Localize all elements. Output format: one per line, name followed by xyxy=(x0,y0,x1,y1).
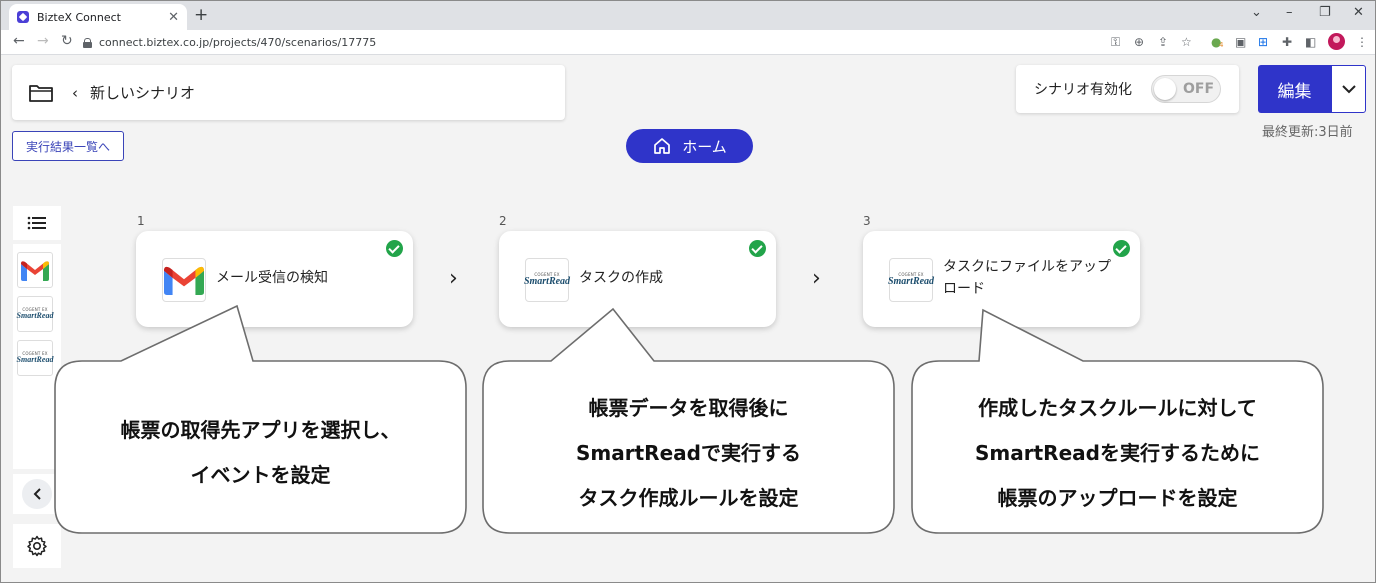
rail-collapse-area xyxy=(13,474,61,514)
edit-dropdown-button[interactable] xyxy=(1331,65,1366,113)
rail-smartread-app-1[interactable]: COGENT EX SmartRead xyxy=(17,296,53,332)
step-1-label: メール受信の検知 xyxy=(216,270,328,287)
callout-2-line-2: SmartReadで実行する xyxy=(576,441,801,465)
chevron-down-icon xyxy=(1341,84,1356,93)
smartread-icon: COGENT EX SmartRead xyxy=(523,272,571,287)
check-icon xyxy=(749,240,766,257)
check-icon xyxy=(386,240,403,257)
list-icon xyxy=(27,216,46,230)
home-button[interactable]: ホーム xyxy=(626,129,753,163)
forward-arrow-icon[interactable]: → xyxy=(37,33,49,49)
gmail-icon xyxy=(164,266,204,295)
last-updated: 最終更新:3日前 xyxy=(1262,125,1353,140)
callout-1-line-2: イベントを設定 xyxy=(190,463,331,487)
restore-icon[interactable]: ❐ xyxy=(1319,5,1331,20)
step-2-label: タスクの作成 xyxy=(579,270,663,287)
smartread-icon: COGENT EX SmartRead xyxy=(16,307,54,320)
side-panel-icon[interactable]: ◧ xyxy=(1305,35,1316,49)
new-tab-button[interactable]: + xyxy=(194,5,208,25)
back-chevron-icon[interactable]: ‹ xyxy=(72,84,78,102)
smartread-icon: COGENT EX SmartRead xyxy=(887,272,935,287)
gear-icon xyxy=(27,535,47,557)
tab-search-icon[interactable]: ⌄ xyxy=(1251,5,1262,20)
scenario-editor: ‹ 新しいシナリオ 実行結果一覧へ ホーム シナリオ有効化 OFF 編集 最終更… xyxy=(1,56,1375,582)
profile-avatar[interactable] xyxy=(1328,33,1345,50)
home-icon xyxy=(654,138,671,154)
step-3-app: COGENT EX SmartRead xyxy=(887,258,935,302)
settings-button[interactable] xyxy=(13,524,61,568)
step-1-app xyxy=(162,258,206,302)
callout-3-line-3: 帳票のアップロードを設定 xyxy=(997,486,1238,510)
gmail-icon xyxy=(21,260,49,281)
step-3-number: 3 xyxy=(863,214,871,228)
activation-label: シナリオ有効化 xyxy=(1034,82,1132,98)
tab-title: BizteX Connect xyxy=(37,10,121,24)
toggle-knob xyxy=(1154,78,1176,100)
collapse-rail-button[interactable] xyxy=(22,479,52,509)
address-bar: ← → ↻ connect.biztex.co.jp/projects/470/… xyxy=(1,30,1375,55)
back-arrow-icon[interactable]: ← xyxy=(13,33,25,49)
minimize-icon[interactable]: – xyxy=(1286,5,1293,20)
scenario-name[interactable]: 新しいシナリオ xyxy=(90,82,195,103)
callout-3-line-1: 作成したタスクルールに対して xyxy=(978,396,1257,420)
step-1-card[interactable]: メール受信の検知 xyxy=(136,231,413,327)
extension-2-icon[interactable]: ▣ xyxy=(1235,35,1246,49)
step-1-number: 1 xyxy=(137,214,145,228)
windows-extension-icon[interactable]: ⊞ xyxy=(1258,35,1268,49)
step-2-app: COGENT EX SmartRead xyxy=(523,258,571,302)
share-icon[interactable]: ⇪ xyxy=(1158,35,1168,49)
callout-1-line-1: 帳票の取得先アプリを選択し、 xyxy=(120,418,401,442)
tab-bar: BizteX Connect ✕ + ⌄ – ❐ ✕ xyxy=(1,1,1375,30)
browser-window: BizteX Connect ✕ + ⌄ – ❐ ✕ ← → ↻ connect… xyxy=(0,0,1376,583)
check-icon xyxy=(1113,240,1130,257)
chevron-left-icon xyxy=(33,488,41,500)
step-2-card[interactable]: COGENT EX SmartRead タスクの作成 xyxy=(499,231,776,327)
step-3-card[interactable]: COGENT EX SmartRead タスクにファイルをアップロード xyxy=(863,231,1140,327)
toggle-state: OFF xyxy=(1183,81,1215,97)
step-list-button[interactable] xyxy=(13,206,61,240)
callout-2-line-1: 帳票データを取得後に xyxy=(588,396,789,420)
bookmark-star-icon[interactable]: ☆ xyxy=(1181,35,1192,49)
step-2-number: 2 xyxy=(499,214,507,228)
rail-gmail-app[interactable] xyxy=(17,252,53,288)
home-label: ホーム xyxy=(682,137,727,156)
biztex-favicon-icon xyxy=(17,11,29,23)
scenario-title-card: ‹ 新しいシナリオ xyxy=(12,65,565,120)
puzzle-icon[interactable]: ✚ xyxy=(1282,35,1292,49)
rail-smartread-app-2[interactable]: COGENT EX SmartRead xyxy=(17,340,53,376)
extension-badge: 4 xyxy=(1219,41,1224,49)
step-3-label: タスクにファイルをアップロード xyxy=(943,259,1111,297)
callout-2-text: 帳票データを取得後に SmartReadで実行する タスク作成ルールを設定 xyxy=(483,386,894,521)
url-field[interactable]: connect.biztex.co.jp/projects/470/scenar… xyxy=(83,33,1183,52)
callout-2-line-3: タスク作成ルールを設定 xyxy=(578,486,799,510)
scenario-activation-card: シナリオ有効化 OFF xyxy=(1016,65,1239,113)
callout-3-text: 作成したタスクルールに対して SmartReadを実行するために 帳票のアップロ… xyxy=(912,386,1323,521)
smartread-icon: COGENT EX SmartRead xyxy=(16,351,54,364)
callout-3-line-2: SmartReadを実行するために xyxy=(975,441,1260,465)
lock-icon xyxy=(83,37,92,48)
step-arrow-icon: › xyxy=(812,266,821,291)
zoom-icon[interactable]: ⊕ xyxy=(1134,35,1144,49)
app-rail: COGENT EX SmartRead COGENT EX SmartRead xyxy=(13,244,61,469)
folder-icon[interactable] xyxy=(28,83,54,103)
window-close-icon[interactable]: ✕ xyxy=(1353,5,1364,20)
activation-toggle[interactable]: OFF xyxy=(1151,75,1221,103)
callout-1-text: 帳票の取得先アプリを選択し、 イベントを設定 xyxy=(55,408,466,498)
tab-close-icon[interactable]: ✕ xyxy=(168,10,179,25)
reload-icon[interactable]: ↻ xyxy=(61,33,73,49)
kebab-menu-icon[interactable]: ⋮ xyxy=(1356,35,1368,49)
browser-tab[interactable]: BizteX Connect ✕ xyxy=(9,4,187,30)
key-icon[interactable]: ⚿ xyxy=(1111,35,1120,50)
results-list-button[interactable]: 実行結果一覧へ xyxy=(12,131,124,161)
url-text: connect.biztex.co.jp/projects/470/scenar… xyxy=(99,36,377,49)
edit-button[interactable]: 編集 xyxy=(1258,65,1331,113)
step-arrow-icon: › xyxy=(449,266,458,291)
